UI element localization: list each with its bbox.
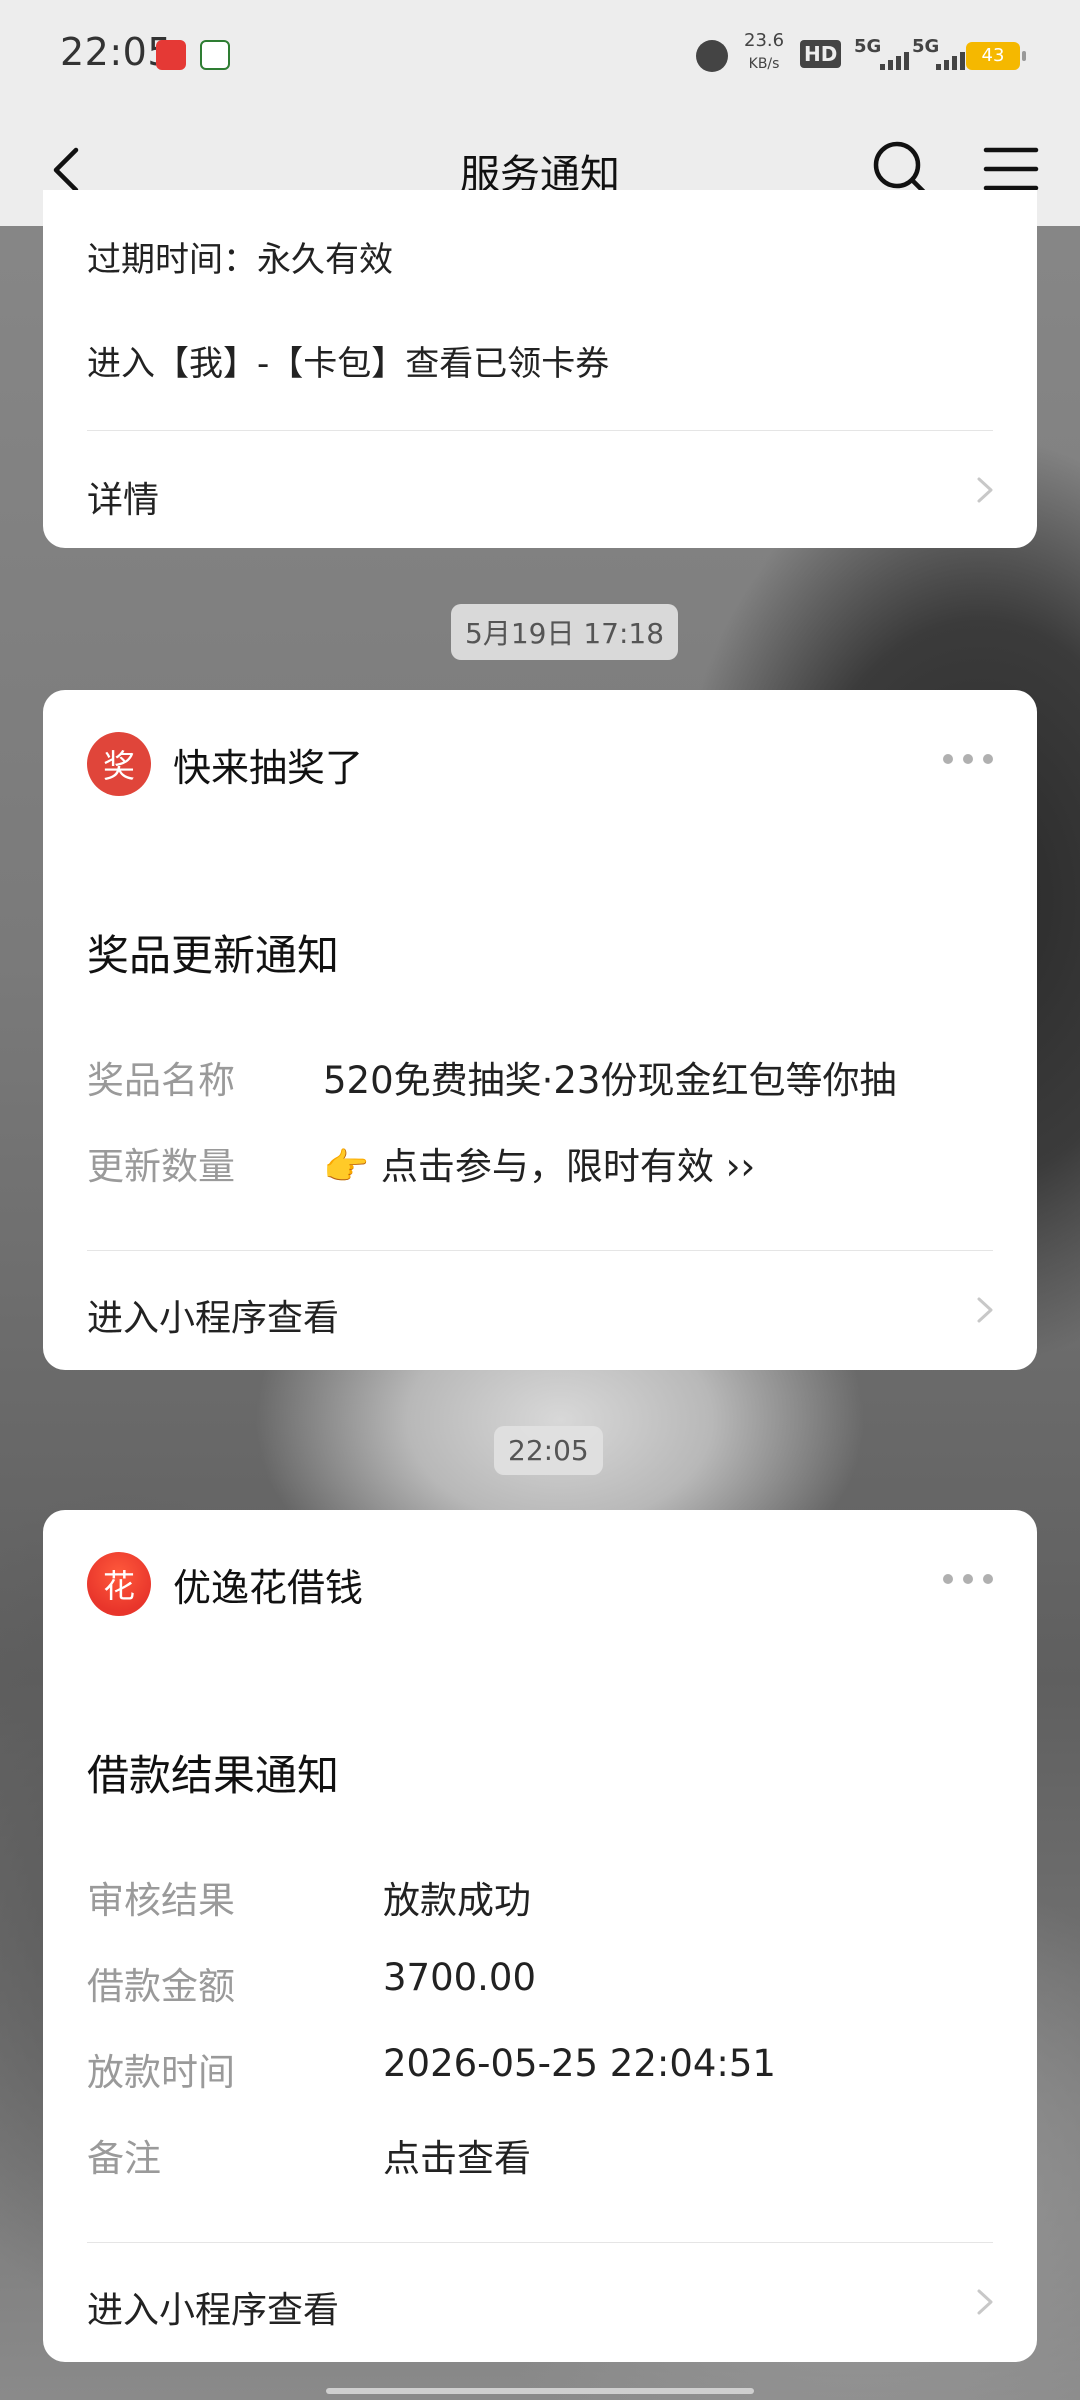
remark-view-link[interactable]: 点击查看 (383, 2128, 531, 2182)
expiry-text: 过期时间：永久有效 (87, 240, 393, 280)
coupon-notification-card: 过期时间：永久有效 进入【我】-【卡包】查看已领卡券 详情 (43, 190, 1037, 548)
message-timestamp: 5月19日 17:18 (451, 604, 679, 660)
update-count-label: 更新数量 (87, 1145, 235, 1188)
alarm-icon (696, 40, 728, 72)
network-speed-value: 23.6 (744, 30, 785, 51)
signal-bars-icon (880, 52, 909, 70)
more-options-icon[interactable] (943, 1574, 993, 1584)
card-wallet-hint: 进入【我】-【卡包】查看已领卡券 (87, 344, 610, 384)
chevron-right-icon (977, 477, 993, 503)
prize-name-value: 520免费抽奖·23份现金红包等你抽 (323, 1059, 897, 1102)
signal-bars-icon (936, 52, 965, 70)
open-mini-program-link[interactable]: 进入小程序查看 (43, 1251, 1037, 1370)
network-speed-unit: KB/s (748, 56, 780, 72)
hd-icon: HD (800, 40, 842, 68)
details-link[interactable]: 详情 (43, 431, 1037, 548)
app-name: 快来抽奖了 (173, 745, 364, 790)
disbursement-time-value: 2026-05-25 22:04:51 (383, 2042, 776, 2085)
home-indicator[interactable] (326, 2388, 754, 2394)
card-header: 奖 快来抽奖了 (87, 732, 363, 796)
network-speed: 23.6 KB/s (744, 30, 784, 75)
participate-link[interactable]: 👉 点击参与，限时有效 ›› (323, 1136, 755, 1190)
notice-title: 奖品更新通知 (87, 931, 340, 980)
card-header: 花 优逸花借钱 (87, 1552, 363, 1616)
open-mini-program-link[interactable]: 进入小程序查看 (43, 2243, 1037, 2362)
app-name: 优逸花借钱 (173, 1565, 364, 1610)
battery-icon: 43 (966, 42, 1026, 70)
signal-5g-label: 5G (854, 36, 882, 57)
notice-title: 借款结果通知 (87, 1751, 340, 1800)
app-notification-icon (156, 40, 186, 70)
review-result-value: 放款成功 (383, 1879, 531, 1922)
message-timestamp: 22:05 (494, 1426, 603, 1475)
open-mini-program-label: 进入小程序查看 (87, 1298, 340, 1339)
disbursement-time-label: 放款时间 (87, 2051, 235, 2094)
open-mini-program-label: 进入小程序查看 (87, 2290, 340, 2331)
app-avatar: 奖 (87, 732, 151, 796)
loan-amount-value: 3700.00 (383, 1956, 537, 1999)
lottery-notification-card[interactable]: 奖 快来抽奖了 奖品更新通知 奖品名称 520免费抽奖·23份现金红包等你抽 更… (43, 690, 1037, 1370)
review-result-label: 审核结果 (87, 1879, 235, 1922)
chevron-right-icon (977, 2289, 993, 2315)
loan-notification-card[interactable]: 花 优逸花借钱 借款结果通知 审核结果 放款成功 借款金额 3700.00 放款… (43, 1510, 1037, 2362)
loan-amount-label: 借款金额 (87, 1965, 235, 2008)
details-link-label: 详情 (87, 480, 160, 521)
more-options-icon[interactable] (943, 754, 993, 764)
chevron-right-icon (977, 1297, 993, 1323)
prize-name-label: 奖品名称 (87, 1059, 235, 1102)
app-notification-icon (200, 40, 230, 70)
remark-label: 备注 (87, 2137, 161, 2180)
status-bar: 22:05 23.6 KB/s HD 5G 5G 43 (0, 0, 1080, 112)
app-avatar: 花 (87, 1552, 151, 1616)
